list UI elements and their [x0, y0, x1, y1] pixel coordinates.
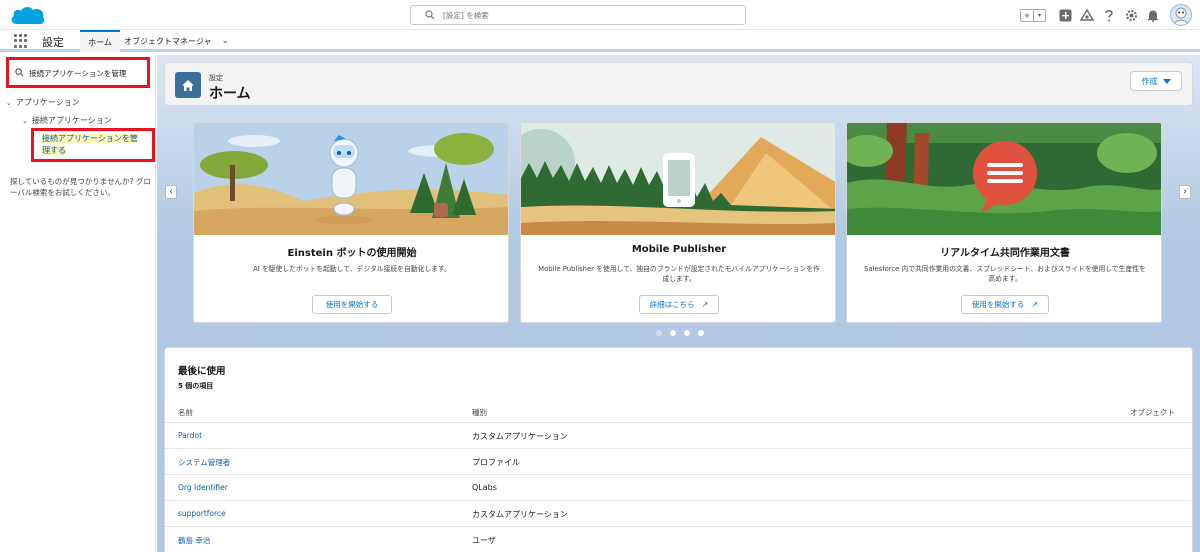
table-row: 鶴島 幸治 ユーザ — [165, 526, 1192, 552]
app-launcher-grid-icon[interactable] — [14, 34, 28, 48]
notifications-bell-icon[interactable] — [1146, 8, 1160, 22]
page-header: 設定 ホーム 作成 — [164, 62, 1193, 106]
carousel-pagination — [652, 330, 708, 336]
carousel-card-realtime-docs: リアルタイム共同作業用文書 Salesforce 内で共同作業用の文書、スプレッ… — [846, 122, 1162, 323]
quick-find-box[interactable] — [6, 57, 150, 88]
record-link[interactable]: Pardot — [178, 431, 202, 440]
home-icon — [175, 72, 201, 98]
carousel-card-mobile-publisher: Mobile Publisher Mobile Publisher を使用して、… — [520, 122, 836, 323]
record-type: カスタムアプリケーション — [472, 510, 568, 519]
favorite-star-icon[interactable]: ★ — [1021, 10, 1033, 21]
record-link[interactable]: システム管理者 — [178, 457, 230, 468]
card-title: Mobile Publisher — [631, 244, 727, 255]
trailhead-icon[interactable] — [1080, 8, 1094, 22]
record-link[interactable]: 鶴島 幸治 — [178, 535, 210, 546]
carousel-page-dot[interactable] — [656, 330, 662, 336]
table-row: システム管理者 プロファイル — [165, 448, 1192, 474]
app-name: 設定 — [42, 36, 64, 49]
external-link-icon: ↗ — [1031, 300, 1039, 309]
global-search-box[interactable] — [410, 5, 746, 25]
tree-leaf-label[interactable]: 接続アプリケーションを管理する — [42, 134, 138, 155]
tab-home-label: ホーム — [88, 37, 112, 47]
chevron-down-icon[interactable]: ⌄ — [22, 117, 28, 125]
header-actions: ★ ▾ — [1020, 4, 1192, 26]
user-avatar[interactable] — [1170, 4, 1192, 26]
column-header-name: 名前 — [178, 408, 193, 417]
tree-node-applications[interactable]: ⌄ アプリケーション — [6, 97, 80, 108]
global-actions-icon[interactable] — [1058, 8, 1072, 22]
quick-find-input[interactable] — [29, 66, 147, 80]
carousel-next-button[interactable]: › — [1179, 185, 1191, 199]
salesforce-logo[interactable] — [9, 4, 47, 26]
button-label: 詳細はこちら — [649, 300, 695, 309]
gear-icon[interactable] — [1124, 8, 1138, 22]
search-icon — [425, 10, 435, 20]
mobile-publisher-illustration — [521, 123, 835, 235]
favorites-group: ★ ▾ — [1020, 8, 1046, 22]
global-header: ★ ▾ — [0, 0, 1200, 30]
tree-node-label: アプリケーション — [15, 98, 80, 107]
setup-sidebar: ⌄ アプリケーション ⌄ 接続アプリケーション 接続アプリケーションを管理する … — [0, 55, 156, 552]
carousel-card-einstein-bots: Einstein ボットの使用開始 AI を駆使したボットを起動して、デジタル接… — [193, 122, 509, 323]
carousel-page-dot[interactable] — [698, 330, 704, 336]
chevron-down-icon[interactable]: ⌄ — [6, 99, 12, 107]
record-type: プロファイル — [472, 458, 520, 467]
page-kicker: 設定 — [209, 74, 223, 82]
caret-down-icon — [1162, 78, 1171, 84]
recently-used-panel: 最後に使用 5 個の項目 名前 種別 オブジェクト Pardot カスタムアプリ… — [164, 347, 1193, 552]
page-title: ホーム — [209, 86, 251, 102]
card-title: リアルタイム共同作業用文書 — [940, 248, 1070, 259]
record-link[interactable]: Org Identifier — [178, 483, 228, 492]
tree-node-label: 接続アプリケーション — [31, 116, 112, 125]
card-title: Einstein ボットの使用開始 — [287, 248, 417, 259]
get-started-button[interactable]: 使用を開始する ↗ — [961, 295, 1049, 314]
table-row: Org Identifier QLabs — [165, 474, 1192, 500]
record-type: カスタムアプリケーション — [472, 432, 568, 441]
tab-object-manager[interactable]: オブジェクトマネージャ ⌄ — [124, 33, 229, 49]
record-type: ユーザ — [472, 536, 496, 545]
carousel-prev-button[interactable]: ‹ — [165, 185, 177, 199]
global-search-input[interactable] — [443, 8, 733, 23]
tab-object-manager-label: オブジェクトマネージャ — [124, 36, 212, 46]
carousel-page-dot[interactable] — [684, 330, 690, 336]
realtime-docs-illustration — [847, 123, 1161, 235]
table-row: Pardot カスタムアプリケーション — [165, 422, 1192, 448]
einstein-bot-illustration — [194, 123, 508, 235]
record-link[interactable]: supportforce — [178, 509, 226, 518]
card-description: AI を駆使したボットを起動して、デジタル接続を自動化します。 — [253, 265, 451, 273]
main-content: 設定 ホーム 作成 ‹ › Einstein ボットの使用開始 AI を駆使した… — [157, 55, 1200, 552]
card-description: Mobile Publisher を使用して、独自のブランドが設定されたモバイル… — [538, 265, 820, 283]
help-icon[interactable] — [1102, 8, 1116, 22]
column-header-object: オブジェクト — [1130, 408, 1175, 417]
card-description: Salesforce 内で共同作業用の文書、スプレッドシート、およびスライドを使… — [864, 265, 1146, 283]
recent-table: Pardot カスタムアプリケーション システム管理者 プロファイル Org I… — [165, 422, 1192, 552]
create-button[interactable]: 作成 — [1130, 71, 1182, 91]
get-started-button[interactable]: 使用を開始する — [312, 295, 392, 314]
create-button-label: 作成 — [1141, 76, 1158, 86]
button-label: 使用を開始する — [971, 300, 1025, 309]
recent-count: 5 個の項目 — [178, 382, 214, 390]
table-row: supportforce カスタムアプリケーション — [165, 500, 1192, 526]
chevron-down-icon[interactable]: ⌄ — [221, 36, 229, 46]
learn-more-button[interactable]: 詳細はこちら ↗ — [639, 295, 719, 314]
context-bar: 設定 ホーム オブジェクトマネージャ ⌄ — [0, 30, 1200, 52]
external-link-icon: ↗ — [701, 300, 709, 309]
search-icon — [15, 68, 24, 77]
tree-node-connected-apps[interactable]: ⌄ 接続アプリケーション — [22, 115, 112, 126]
favorites-menu-icon[interactable]: ▾ — [1033, 9, 1045, 21]
not-found-hint: 探しているものが見つかりませんか? グローバル検索をお試しください。 — [10, 177, 151, 197]
recent-title: 最後に使用 — [178, 366, 226, 377]
tree-leaf-manage-connected-apps[interactable]: 接続アプリケーションを管理する — [31, 128, 155, 162]
tab-home[interactable]: ホーム — [80, 30, 120, 52]
button-label: 使用を開始する — [325, 300, 379, 309]
carousel-page-dot[interactable] — [670, 330, 676, 336]
record-type: QLabs — [472, 483, 497, 492]
column-header-type: 種別 — [472, 408, 487, 417]
